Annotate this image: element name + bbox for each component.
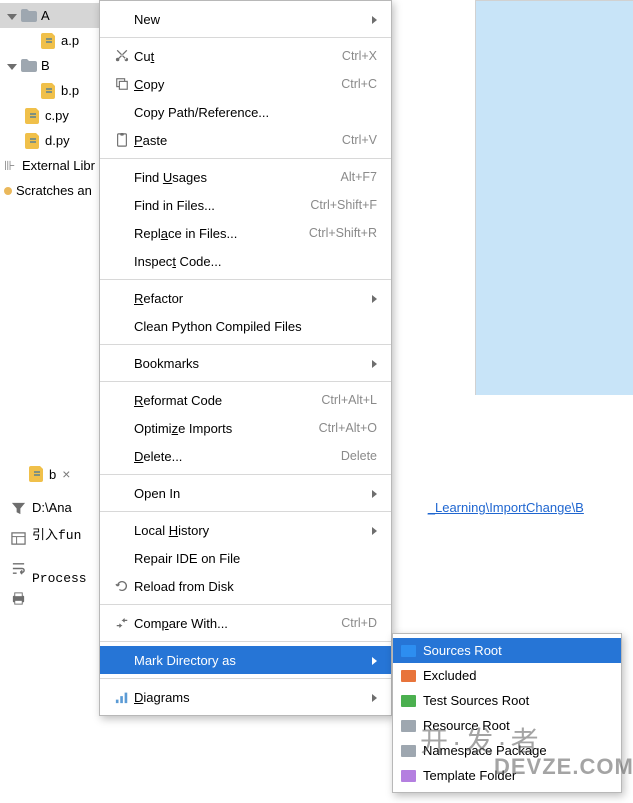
tree-label: a.p [61, 33, 79, 48]
python-file-icon [28, 466, 46, 482]
close-icon[interactable]: × [62, 466, 70, 482]
tree-label: A [41, 8, 50, 23]
editor-pane[interactable] [475, 0, 633, 395]
gutter-layout-button[interactable] [6, 525, 30, 551]
output-path-link[interactable]: _Learning\ImportChange\B [428, 500, 584, 515]
python-file-icon [24, 133, 42, 149]
separator [100, 381, 391, 382]
run-output-line: D:\Ana_Learning\ImportChange\B [32, 496, 584, 520]
tree-external-libraries[interactable]: ⊪ External Libr [0, 153, 100, 178]
paste-icon [110, 133, 134, 147]
gutter-print-button[interactable] [6, 585, 30, 611]
ctx-find-in-files[interactable]: Find in Files...Ctrl+Shift+F [100, 191, 391, 219]
ctx-refactor[interactable]: Refactor [100, 284, 391, 312]
tree-file-b-py[interactable]: b.p [0, 78, 100, 103]
ctx-find-usages[interactable]: Find UsagesAlt+F7 [100, 163, 391, 191]
run-output[interactable]: D:\Ana_Learning\ImportChange\B 引入fun Pro… [32, 496, 584, 590]
gutter-wrap-button[interactable] [6, 555, 30, 581]
tree-folder-a[interactable]: A [0, 3, 100, 28]
folder-icon [401, 670, 423, 682]
ctx-inspect-code[interactable]: Inspect Code... [100, 247, 391, 275]
ctx-copy-path[interactable]: Copy Path/Reference... [100, 98, 391, 126]
gutter-filter-button[interactable] [6, 495, 30, 521]
watermark-url: DEVZE.COM [494, 754, 633, 780]
context-menu: New CutCtrl+X CopyCtrl+C Copy Path/Refer… [99, 0, 392, 716]
chevron-down-icon [4, 9, 20, 23]
tree-scratches[interactable]: Scratches an [0, 178, 100, 203]
folder-icon [401, 695, 423, 707]
tree-label: Scratches an [16, 183, 92, 198]
ctx-mark-directory-as[interactable]: Mark Directory as [100, 646, 391, 674]
folder-icon [401, 770, 423, 782]
sub-excluded[interactable]: Excluded [393, 663, 621, 688]
run-gutter [0, 455, 30, 611]
tree-folder-b[interactable]: B [0, 53, 100, 78]
tree-label: B [41, 58, 50, 73]
ctx-copy[interactable]: CopyCtrl+C [100, 70, 391, 98]
ctx-bookmarks[interactable]: Bookmarks [100, 349, 391, 377]
chevron-right-icon [367, 291, 377, 306]
chevron-right-icon [367, 690, 377, 705]
chevron-right-icon [367, 12, 377, 27]
ctx-cut[interactable]: CutCtrl+X [100, 42, 391, 70]
run-output-line: Process [32, 567, 584, 590]
tree-label: b.p [61, 83, 79, 98]
ctx-diagrams[interactable]: Diagrams [100, 683, 391, 711]
chevron-right-icon [367, 653, 377, 668]
tab-label: b [49, 467, 56, 482]
ctx-new[interactable]: New [100, 5, 391, 33]
ctx-replace-in-files[interactable]: Replace in Files...Ctrl+Shift+R [100, 219, 391, 247]
python-file-icon [40, 33, 58, 49]
compare-icon [110, 616, 134, 630]
chevron-down-icon [4, 59, 20, 73]
tree-file-a-py[interactable]: a.p [0, 28, 100, 53]
diagram-icon [110, 690, 134, 704]
folder-icon [20, 58, 38, 74]
ctx-compare-with[interactable]: Compare With...Ctrl+D [100, 609, 391, 637]
folder-icon [20, 8, 38, 24]
ctx-delete[interactable]: Delete...Delete [100, 442, 391, 470]
run-output-line [32, 547, 584, 567]
separator [100, 604, 391, 605]
copy-icon [110, 77, 134, 91]
folder-icon [401, 645, 423, 657]
python-file-icon [24, 108, 42, 124]
tree-label: External Libr [22, 158, 95, 173]
separator [100, 279, 391, 280]
separator [100, 344, 391, 345]
tree-file-d-py[interactable]: d.py [0, 128, 100, 153]
project-tree[interactable]: A a.p B b.p c.py d.py ⊪ External Libr Sc… [0, 0, 100, 203]
ctx-paste[interactable]: PasteCtrl+V [100, 126, 391, 154]
separator [100, 474, 391, 475]
library-icon: ⊪ [4, 158, 22, 174]
separator [100, 641, 391, 642]
run-output-line: 引入fun [32, 520, 584, 547]
cut-icon [110, 49, 134, 63]
scratches-icon [4, 187, 12, 195]
ctx-optimize-imports[interactable]: Optimize ImportsCtrl+Alt+O [100, 414, 391, 442]
separator [100, 158, 391, 159]
sub-sources-root[interactable]: Sources Root [393, 638, 621, 663]
sub-test-sources-root[interactable]: Test Sources Root [393, 688, 621, 713]
tree-file-c-py[interactable]: c.py [0, 103, 100, 128]
separator [100, 37, 391, 38]
separator [100, 678, 391, 679]
tree-label: c.py [45, 108, 69, 123]
ctx-clean-compiled[interactable]: Clean Python Compiled Files [100, 312, 391, 340]
chevron-right-icon [367, 356, 377, 371]
tree-label: d.py [45, 133, 70, 148]
ctx-reformat-code[interactable]: Reformat CodeCtrl+Alt+L [100, 386, 391, 414]
python-file-icon [40, 83, 58, 99]
